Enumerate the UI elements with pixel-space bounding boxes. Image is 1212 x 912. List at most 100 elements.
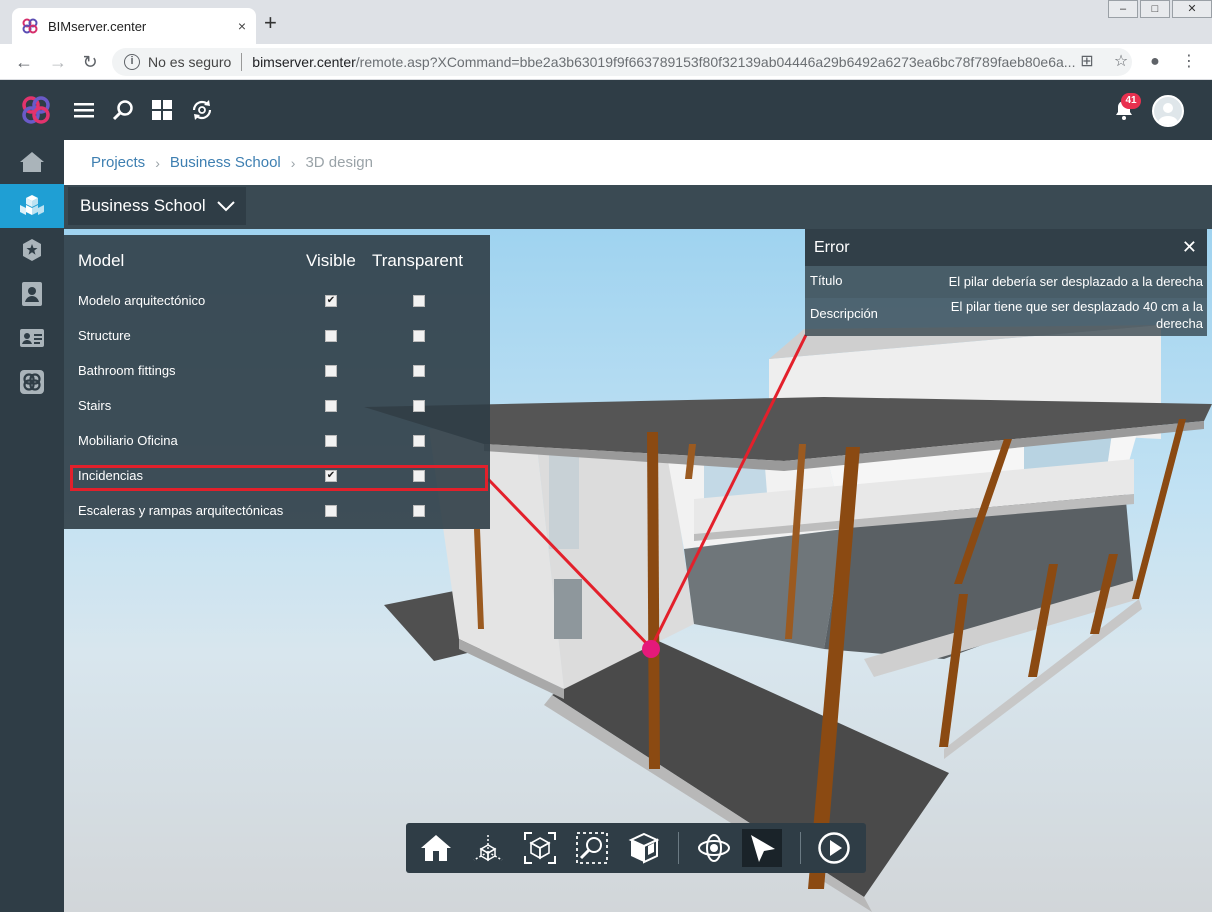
fit-box-button[interactable] — [520, 829, 560, 867]
select-pointer-button[interactable] — [742, 829, 782, 867]
error-panel: Error ✕ Título El pilar debería ser desp… — [805, 229, 1207, 336]
breadcrumb-projects[interactable]: Projects — [91, 154, 145, 171]
id-card-icon — [20, 329, 44, 347]
visible-checkbox[interactable]: ✔ — [325, 295, 337, 307]
project-bar: Business School — [64, 185, 1212, 229]
model-name: Structure — [78, 328, 131, 343]
model-name: Stairs — [78, 398, 112, 413]
error-field-label: Descripción — [810, 306, 878, 321]
close-icon[interactable]: ✕ — [1182, 237, 1197, 258]
visible-checkbox[interactable] — [325, 435, 337, 447]
project-selector-label: Business School — [80, 196, 206, 215]
error-field-row: Descripción El pilar tiene que ser despl… — [805, 298, 1207, 336]
axes-button[interactable] — [468, 829, 508, 867]
app-header — [0, 80, 1212, 140]
bookmark-star-icon[interactable]: ☆ — [1108, 50, 1134, 74]
visible-checkbox[interactable] — [325, 400, 337, 412]
error-field-row: Título El pilar debería ser desplazado a… — [805, 266, 1207, 298]
model-name: Mobiliario Oficina — [78, 433, 178, 448]
search-icon[interactable] — [111, 98, 135, 122]
grid-apps-icon[interactable] — [150, 98, 174, 122]
sidebar-item-bimserver[interactable] — [0, 360, 64, 404]
reload-icon[interactable]: ↻ — [78, 50, 102, 74]
tab-close-icon[interactable]: × — [238, 18, 246, 34]
browser-toolbar: ← → ↻ i No es seguro bimserver.center /r… — [0, 44, 1212, 80]
error-field-value: El pilar tiene que ser desplazado 40 cm … — [950, 299, 1203, 331]
omnibox-divider — [241, 53, 243, 71]
project-selector[interactable]: Business School — [68, 187, 246, 225]
browser-tab[interactable]: BIMserver.center × — [12, 8, 256, 44]
toolbar-divider — [678, 832, 679, 864]
bimserver-favicon-icon — [22, 18, 38, 34]
highlight-box — [70, 465, 488, 491]
forward-icon[interactable]: → — [46, 50, 70, 74]
transparent-checkbox[interactable] — [413, 435, 425, 447]
sidebar-item-projects[interactable] — [0, 184, 64, 228]
zoom-window-button[interactable] — [572, 829, 612, 867]
bimserver-logo-icon[interactable] — [20, 94, 52, 126]
sidebar-item-contacts[interactable] — [0, 272, 64, 316]
address-bar[interactable]: i No es seguro bimserver.center /remote.… — [112, 48, 1132, 76]
url-host: bimserver.center — [252, 54, 356, 70]
translate-icon[interactable]: ⊞ — [1074, 50, 1100, 74]
error-field-value: El pilar debería ser desplazado a la der… — [948, 274, 1203, 289]
section-box-icon — [628, 832, 660, 864]
col-visible: Visible — [306, 251, 356, 270]
transparent-checkbox[interactable] — [413, 295, 425, 307]
home-view-button[interactable] — [416, 829, 456, 867]
issue-marker[interactable] — [642, 640, 660, 658]
section-box-button[interactable] — [624, 829, 664, 867]
breadcrumb-current: 3D design — [305, 154, 373, 171]
close-window-button[interactable]: ✕ — [1172, 0, 1212, 18]
transparent-checkbox[interactable] — [413, 365, 425, 377]
sidebar — [0, 140, 64, 912]
breadcrumb-project[interactable]: Business School — [170, 154, 281, 171]
minimize-button[interactable]: – — [1108, 0, 1138, 18]
sync-icon[interactable] — [190, 98, 214, 122]
transparent-checkbox[interactable] — [413, 505, 425, 517]
axes-3d-icon — [473, 835, 503, 862]
visible-checkbox[interactable] — [325, 505, 337, 517]
play-button[interactable] — [814, 829, 854, 867]
url-path: /remote.asp?XCommand=bbe2a3b63019f9f6637… — [355, 54, 1076, 70]
account-icon[interactable]: ● — [1142, 50, 1168, 74]
orbit-button[interactable] — [694, 829, 734, 867]
sidebar-item-home[interactable] — [0, 140, 64, 184]
visible-checkbox[interactable] — [325, 330, 337, 342]
model-row: Structure — [64, 318, 490, 353]
model-name: Bathroom fittings — [78, 363, 176, 378]
error-field-label: Título — [810, 273, 843, 288]
col-model: Model — [78, 251, 125, 270]
sidebar-item-favorites[interactable] — [0, 228, 64, 272]
chevron-down-icon — [216, 201, 235, 212]
tab-title: BIMserver.center — [48, 18, 147, 34]
model-panel-header: Model Visible Transparent — [64, 235, 490, 283]
model-row: Escaleras y rampas arquitectónicas — [64, 493, 490, 528]
menu-hamburger-icon[interactable] — [72, 98, 96, 122]
transparent-checkbox[interactable] — [413, 400, 425, 412]
viewer-toolbar — [406, 823, 866, 873]
cubes-icon — [20, 195, 44, 215]
cursor-arrow-icon — [751, 835, 775, 862]
browser-actions: ⊞ ☆ ● ⋮ — [1066, 50, 1202, 74]
error-panel-header: Error ✕ — [805, 229, 1207, 266]
security-label: No es seguro — [148, 54, 232, 70]
info-icon[interactable]: i — [124, 54, 140, 70]
fit-box-icon — [524, 832, 556, 864]
model-row: Mobiliario Oficina — [64, 423, 490, 458]
visible-checkbox[interactable] — [325, 365, 337, 377]
home-icon — [421, 835, 451, 861]
back-icon[interactable]: ← — [12, 50, 36, 74]
sidebar-item-id-cards[interactable] — [0, 316, 64, 360]
zoom-window-icon — [576, 832, 608, 864]
browser-tabbar: BIMserver.center × + – □ ✕ — [0, 0, 1212, 44]
notification-count-badge: 41 — [1121, 93, 1141, 109]
play-icon — [818, 832, 850, 864]
maximize-button[interactable]: □ — [1140, 0, 1170, 18]
new-tab-button[interactable]: + — [264, 12, 277, 34]
transparent-checkbox[interactable] — [413, 330, 425, 342]
user-avatar[interactable] — [1152, 95, 1184, 127]
home-icon — [20, 152, 44, 172]
model-name: Escaleras y rampas arquitectónicas — [78, 503, 284, 518]
menu-kebab-icon[interactable]: ⋮ — [1176, 50, 1202, 74]
